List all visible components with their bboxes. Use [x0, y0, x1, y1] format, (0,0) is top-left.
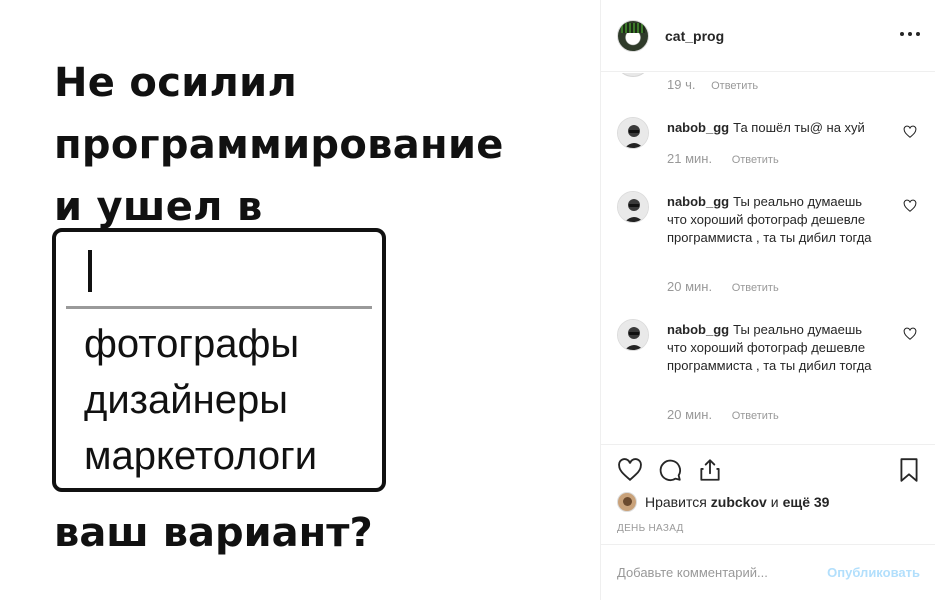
comment-time: 20 мин.: [667, 279, 713, 294]
commenter-username[interactable]: nabob_gg: [667, 120, 729, 135]
post-date[interactable]: день назад: [617, 523, 684, 534]
comment-item: nabob_gg Та пошёл ты@ на хуй 21 мин. Отве…: [617, 117, 927, 177]
commenter-avatar[interactable]: [617, 117, 649, 149]
comment-icon[interactable]: [657, 457, 683, 483]
heart-icon[interactable]: [617, 457, 643, 483]
text-cursor: [88, 250, 92, 292]
commenter-avatar[interactable]: [617, 319, 649, 351]
comment-item: nabob_gg Ты реально думаешь что хороший ф…: [617, 191, 927, 301]
comment-meta: 20 мин. Ответить: [667, 279, 779, 294]
commenter-avatar[interactable]: [617, 191, 649, 223]
reply-link[interactable]: Ответить: [732, 410, 779, 422]
comment-body: nabob_gg Ты реально думаешь что хороший ф…: [667, 321, 879, 375]
meme-dropdown-box: фотографы дизайнеры маркетологи: [52, 228, 386, 492]
likes-summary: Нравится zubckov и ещё 39: [617, 492, 829, 512]
publish-button[interactable]: Опубликовать: [827, 565, 920, 580]
heart-icon[interactable]: [903, 327, 917, 341]
meme-headline-line: программирование: [54, 122, 504, 168]
comment-time: 21 мин.: [667, 151, 713, 166]
reply-link[interactable]: Ответить: [732, 282, 779, 294]
likes-prefix: Нравится: [645, 494, 707, 510]
meme-question: ваш вариант?: [54, 510, 373, 556]
comment-input[interactable]: [617, 565, 828, 580]
author-username[interactable]: cat_prog: [665, 28, 724, 44]
meme-headline-line: Не осилил: [54, 60, 298, 106]
post-actions: Нравится zubckov и ещё 39 день назад: [601, 444, 935, 544]
add-comment-bar: Опубликовать: [601, 544, 935, 600]
meme-option: дизайнеры: [84, 378, 288, 422]
bookmark-icon[interactable]: [896, 457, 922, 483]
author-avatar[interactable]: [617, 19, 649, 52]
comments-list[interactable]: 19 ч. Ответить nabob_gg Та пошёл ты@ на х…: [601, 73, 935, 444]
more-icon[interactable]: [900, 26, 920, 42]
meme-option: фотографы: [84, 322, 300, 366]
commenter-username[interactable]: nabob_gg: [667, 194, 729, 209]
comment-meta: 21 мин. Ответить: [667, 151, 779, 166]
action-icons: [617, 457, 723, 483]
comment-meta: 20 мин. Ответить: [667, 407, 779, 422]
heart-icon[interactable]: [903, 199, 917, 213]
heart-icon[interactable]: [903, 125, 917, 139]
likes-others[interactable]: ещё 39: [783, 494, 830, 510]
reply-link[interactable]: Ответить: [711, 80, 758, 92]
reply-link[interactable]: Ответить: [732, 154, 779, 166]
dropdown-divider: [66, 306, 372, 309]
comment-panel: cat_prog 19 ч. Ответить nabob_gg Та пошёл…: [600, 0, 935, 600]
meme-headline: Не осилил программирование и ушел в: [54, 52, 504, 238]
comment-text: Та пошёл ты@ на хуй: [733, 120, 865, 135]
liker-username[interactable]: zubckov: [711, 494, 767, 510]
meme-option: маркетологи: [84, 434, 318, 478]
meme-options: фотографы дизайнеры маркетологи: [84, 316, 317, 484]
share-icon[interactable]: [697, 457, 723, 483]
post-image: Не осилил программирование и ушел в фото…: [0, 0, 600, 600]
comment-item: nabob_gg Ты реально думаешь что хороший ф…: [617, 319, 927, 429]
post-header: cat_prog: [601, 0, 935, 72]
comment-time: 19 ч.: [667, 77, 696, 92]
avatar[interactable]: [618, 73, 648, 77]
commenter-username[interactable]: nabob_gg: [667, 322, 729, 337]
comment-meta-previous: 19 ч. Ответить: [667, 77, 758, 92]
comment-body: nabob_gg Ты реально думаешь что хороший ф…: [667, 193, 879, 247]
comment-body: nabob_gg Та пошёл ты@ на хуй: [667, 119, 879, 137]
liker-avatar[interactable]: [617, 492, 637, 512]
comment-time: 20 мин.: [667, 407, 713, 422]
likes-joiner: и: [770, 494, 779, 510]
